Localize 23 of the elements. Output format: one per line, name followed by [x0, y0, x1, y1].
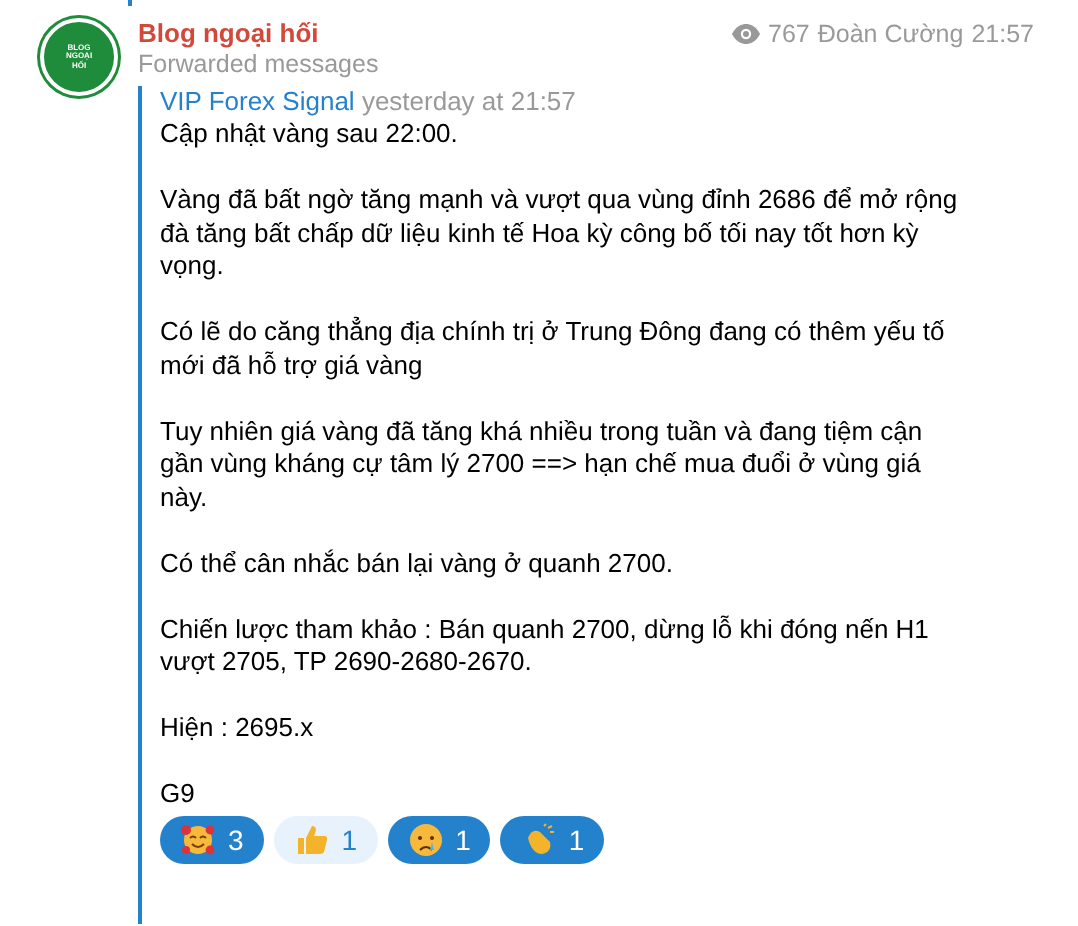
thumbs-up-icon: [293, 821, 330, 857]
forwarded-label: Forwarded messages: [138, 50, 381, 78]
reaction-button[interactable]: 3: [160, 815, 264, 863]
reaction-button[interactable]: 1: [273, 815, 378, 863]
reaction-button[interactable]: 1: [500, 815, 605, 863]
reaction-button[interactable]: 1: [387, 815, 491, 863]
message-time: 21:57: [971, 19, 1034, 47]
message-paragraph: Có lẽ do căng thẳng địa chính trị ở Trung Đông đang có thêm yếu tố mới đã hỗ trợ giá vàng: [160, 316, 947, 382]
message-paragraph: G9: [160, 778, 197, 811]
message-paragraph: Hiện : 2695.x: [160, 712, 316, 745]
eye-icon: [732, 23, 760, 43]
view-count: 767: [768, 19, 810, 47]
message-paragraph: Vàng đã bất ngờ tăng mạnh và vượt qua vùng đỉnh 2686 để mở rộng đà tăng bất chấp dữ liệu kinh tế Hoa kỳ công bố tối nay tốt hơn kỳ vọng.: [160, 184, 960, 283]
message-paragraph: Tuy nhiên giá vàng đã tăng khá nhiều trong tuần và đang tiệm cận gần vùng kháng cự tâm lý 2700 ==> hạn chế mua đuổi ở vùng giá này.: [160, 415, 925, 514]
forward-source[interactable]: VIP Forex Signal: [160, 86, 355, 116]
message-author: Đoàn Cường: [817, 19, 964, 47]
smiling-hearts-face-icon: [180, 821, 216, 857]
channel-name[interactable]: Blog ngoại hối: [138, 18, 319, 48]
message-paragraph: Cập nhật vàng sau 22:00.: [160, 118, 460, 151]
message-paragraph: Có thể cân nhắc bán lại vàng ở quanh 2700.: [160, 547, 675, 580]
forward-date: yesterday at 21:57: [361, 86, 576, 116]
message-paragraph: Chiến lược tham khảo : Bán quanh 2700, dừng lỗ khi đóng nến H1 vượt 2705, TP 2690-2680-2670.: [160, 613, 931, 679]
crying-face-icon: [407, 821, 444, 857]
